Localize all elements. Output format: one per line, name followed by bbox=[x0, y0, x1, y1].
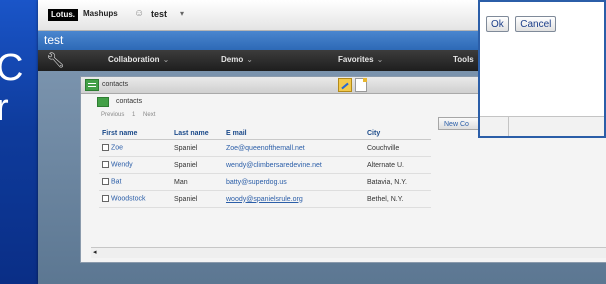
first-name-cell[interactable]: Woodstock bbox=[99, 190, 171, 208]
chevron-down-icon[interactable]: ▾ bbox=[180, 9, 184, 18]
city-cell: Couchville bbox=[364, 139, 431, 157]
view-title: contacts bbox=[116, 98, 143, 105]
column-header-email[interactable]: E mail bbox=[223, 128, 364, 140]
cancel-button[interactable]: Cancel bbox=[515, 16, 557, 32]
city-cell: Bethel, N.Y. bbox=[364, 190, 431, 208]
first-name-link[interactable]: Wendy bbox=[111, 162, 133, 169]
edit-icon[interactable] bbox=[338, 78, 352, 92]
last-name-cell: Man bbox=[171, 173, 223, 191]
space-selector[interactable]: test bbox=[151, 9, 167, 19]
city-cell: Alternate U. bbox=[364, 156, 431, 174]
lotus-logo: Lotus. bbox=[48, 9, 78, 21]
pager-previous[interactable]: Previous bbox=[101, 112, 124, 118]
pager: Previous 1 Next bbox=[101, 112, 161, 118]
row-checkbox[interactable] bbox=[102, 144, 109, 152]
chevron-down-icon: ⌄ bbox=[376, 55, 384, 64]
ok-button[interactable]: Ok bbox=[486, 16, 509, 32]
row-checkbox[interactable] bbox=[102, 195, 109, 203]
email-cell[interactable]: woody@spanielsrule.org bbox=[223, 190, 364, 208]
contacts-table: First name Last name E mail City Zoe Spa… bbox=[99, 128, 431, 208]
city-cell: Batavia, N.Y. bbox=[364, 173, 431, 191]
last-name-cell: Spaniel bbox=[171, 156, 223, 174]
slide-text-line-1: C bbox=[0, 47, 24, 89]
dialog-footer bbox=[480, 116, 604, 136]
scroll-left-icon[interactable]: ◂ bbox=[93, 248, 97, 256]
email-cell[interactable]: batty@superdog.us bbox=[223, 173, 364, 191]
column-header-city[interactable]: City bbox=[364, 128, 431, 140]
dialog-button-row: Ok Cancel bbox=[486, 14, 558, 32]
pager-next[interactable]: Next bbox=[143, 112, 155, 118]
slide-background-text: C r bbox=[0, 48, 23, 128]
first-name-cell[interactable]: Wendy bbox=[99, 156, 171, 174]
first-name-link[interactable]: Bat bbox=[111, 179, 122, 186]
menu-item-collaboration[interactable]: Collaboration ⌄ bbox=[108, 55, 169, 64]
list-icon bbox=[97, 97, 109, 107]
confirm-dialog: Ok Cancel bbox=[478, 0, 606, 138]
column-header-last-name[interactable]: Last name bbox=[171, 128, 223, 140]
menu-item-label: Favorites bbox=[338, 55, 374, 64]
menu-item-label: Tools bbox=[453, 55, 474, 64]
slide-text-line-2: r bbox=[0, 87, 9, 129]
first-name-link[interactable]: Woodstock bbox=[111, 196, 146, 203]
footer-divider bbox=[508, 117, 509, 136]
list-icon bbox=[85, 79, 99, 91]
first-name-cell[interactable]: Zoe bbox=[99, 139, 171, 157]
last-name-cell: Spaniel bbox=[171, 139, 223, 157]
table-header-row: First name Last name E mail City bbox=[99, 128, 431, 140]
user-icon: ☺ bbox=[134, 8, 145, 19]
chevron-down-icon: ⌄ bbox=[246, 55, 253, 64]
table-row: Zoe Spaniel Zoe@queenofthemall.net Couch… bbox=[99, 139, 431, 157]
menu-item-tools[interactable]: Tools bbox=[453, 55, 474, 64]
pager-page: 1 bbox=[132, 112, 136, 118]
last-name-cell: Spaniel bbox=[171, 190, 223, 208]
chevron-down-icon: ⌄ bbox=[162, 55, 170, 64]
wrench-icon[interactable]: 🔧︎ bbox=[46, 51, 65, 69]
menu-item-label: Demo bbox=[221, 55, 244, 64]
page-title: test bbox=[44, 33, 64, 47]
first-name-link[interactable]: Zoe bbox=[111, 145, 123, 152]
product-name: Mashups bbox=[83, 9, 118, 18]
menu-item-demo[interactable]: Demo ⌄ bbox=[221, 55, 253, 64]
menu-item-label: Collaboration bbox=[108, 55, 160, 64]
table-row: Woodstock Spaniel woody@spanielsrule.org… bbox=[99, 190, 431, 208]
widget-title: contacts bbox=[102, 81, 129, 88]
page-icon[interactable] bbox=[355, 78, 367, 92]
table-row: Bat Man batty@superdog.us Batavia, N.Y. bbox=[99, 173, 431, 191]
first-name-cell[interactable]: Bat bbox=[99, 173, 171, 191]
menu-item-favorites[interactable]: Favorites ⌄ bbox=[338, 55, 383, 64]
horizontal-scrollbar[interactable]: ◂ ▸ bbox=[91, 247, 606, 258]
column-header-first-name[interactable]: First name bbox=[99, 128, 171, 140]
row-checkbox[interactable] bbox=[102, 161, 109, 169]
table-row: Wendy Spaniel wendy@climbersaredevine.ne… bbox=[99, 156, 431, 174]
email-cell[interactable]: Zoe@queenofthemall.net bbox=[223, 139, 364, 157]
email-cell[interactable]: wendy@climbersaredevine.net bbox=[223, 156, 364, 174]
row-checkbox[interactable] bbox=[102, 178, 109, 186]
